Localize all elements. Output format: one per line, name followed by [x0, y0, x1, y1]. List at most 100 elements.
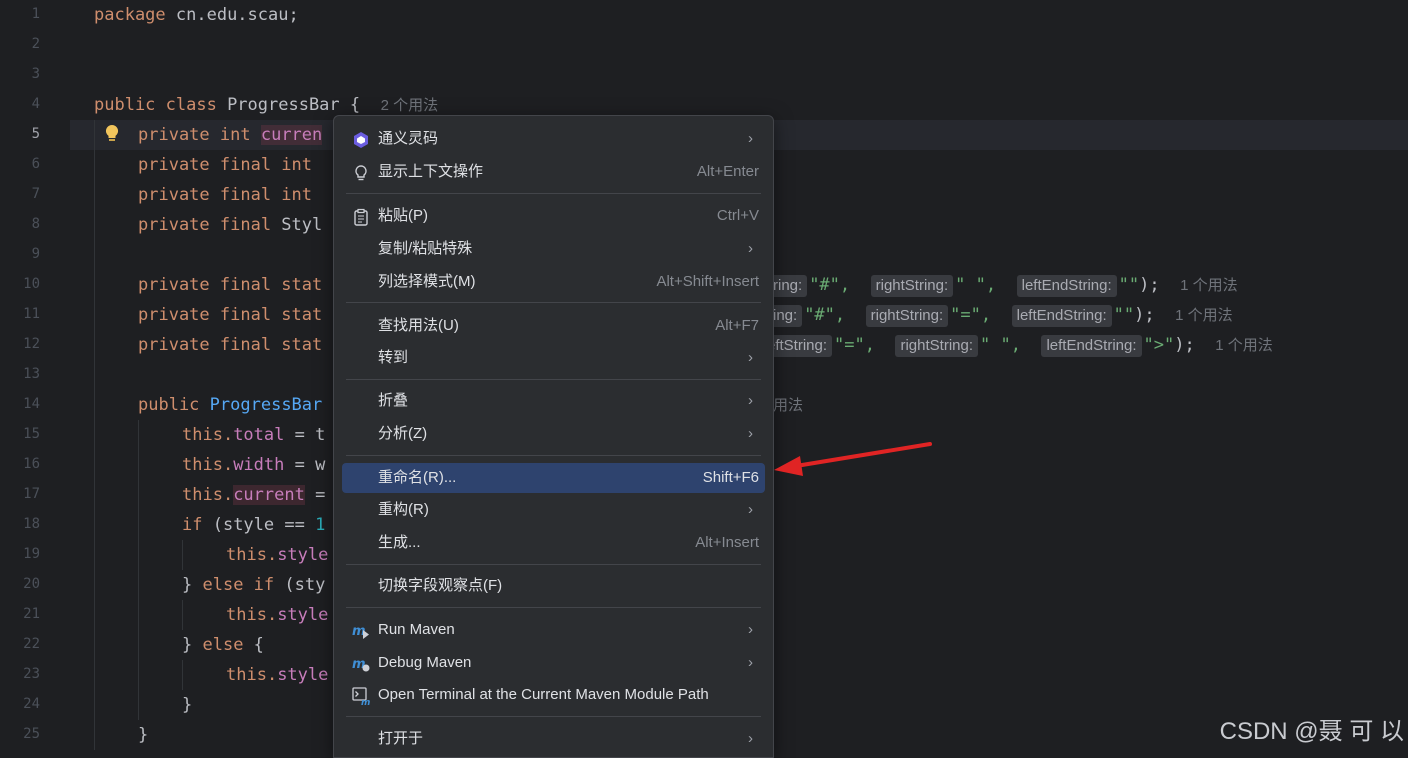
param-hint: ring:	[773, 275, 808, 297]
menu-separator	[346, 716, 761, 717]
indent-guide	[182, 600, 183, 630]
param-hint: rightString:	[865, 305, 949, 327]
line-number: 5	[31, 126, 40, 142]
param-hint: leftEndString:	[1011, 305, 1112, 327]
usage-hint: 1 个用法	[1175, 307, 1233, 324]
menu-item-column-selection[interactable]: 列选择模式(M) Alt+Shift+Insert	[342, 267, 765, 297]
menu-item-tongyi[interactable]: 通义灵码 ›	[342, 124, 765, 154]
code-line[interactable]: this.style	[226, 540, 328, 570]
indent-guide	[182, 660, 183, 690]
code-line[interactable]: private final int	[138, 180, 312, 210]
code-line[interactable]: this.style	[226, 600, 328, 630]
line-number-gutter: 1 2 3 4 5 6 7 8 9 10 11 12 13 14 15 16 1…	[0, 0, 70, 756]
code-line[interactable]: private final stat	[138, 330, 322, 360]
usage-hint: 用法	[773, 397, 804, 414]
menu-item-show-context-actions[interactable]: 显示上下文操作 Alt+Enter	[342, 157, 765, 187]
indent-guide	[138, 420, 139, 720]
line-number: 21	[23, 606, 40, 622]
line-number: 16	[23, 456, 40, 472]
code-line[interactable]: this.total = t	[182, 420, 325, 450]
line-number: 2	[31, 36, 40, 52]
menu-item-debug-maven[interactable]: m Debug Maven ›	[342, 648, 765, 678]
menu-separator	[346, 379, 761, 380]
chevron-right-icon: ›	[748, 392, 753, 409]
code-line[interactable]: public ProgressBar	[138, 390, 322, 420]
line-number: 18	[23, 516, 40, 532]
code-line[interactable]: private final int	[138, 150, 312, 180]
menu-separator	[346, 607, 761, 608]
code-line[interactable]: package cn.edu.scau;	[94, 0, 299, 30]
line-number: 14	[23, 396, 40, 412]
context-menu: 通义灵码 › 显示上下文操作 Alt+Enter 粘贴(P) Ctrl+V 复制…	[333, 115, 774, 758]
line-number: 20	[23, 576, 40, 592]
menu-item-find-usages[interactable]: 查找用法(U) Alt+F7	[342, 311, 765, 341]
code-line[interactable]: this.width = w	[182, 450, 325, 480]
chevron-right-icon: ›	[748, 349, 753, 366]
menu-item-open-terminal-maven[interactable]: m Open Terminal at the Current Maven Mod…	[342, 680, 765, 710]
menu-separator	[346, 455, 761, 456]
line-number: 25	[23, 726, 40, 742]
line-number: 17	[23, 486, 40, 502]
param-hint: leftEndString:	[1016, 275, 1117, 297]
code-line[interactable]: if (style == 1	[182, 510, 325, 540]
param-hint: eftString:	[767, 335, 833, 357]
chevron-right-icon: ›	[748, 425, 753, 442]
code-line[interactable]: private final stat	[138, 270, 322, 300]
line-number: 4	[31, 96, 40, 112]
indent-guide	[94, 120, 95, 750]
line-number: 10	[23, 276, 40, 292]
line-number: 9	[31, 246, 40, 262]
code-line-params[interactable]: ring: "#", rightString: " ", leftEndString…	[773, 270, 1238, 300]
tongyi-icon	[354, 132, 368, 148]
param-hint: leftEndString:	[1041, 335, 1142, 357]
clipboard-icon	[354, 208, 368, 226]
param-hint: ing:	[773, 305, 803, 327]
param-hint: rightString:	[870, 275, 954, 297]
chevron-right-icon: ›	[748, 501, 753, 518]
code-line[interactable]: } else {	[182, 630, 264, 660]
svg-text:m: m	[361, 698, 370, 705]
line-number: 1	[31, 6, 40, 22]
menu-item-generate[interactable]: 生成... Alt+Insert	[342, 528, 765, 558]
code-line[interactable]: } else if (sty	[182, 570, 325, 600]
line-number: 6	[31, 156, 40, 172]
menu-item-open-in[interactable]: 打开于 ›	[342, 724, 765, 754]
menu-item-folding[interactable]: 折叠 ›	[342, 386, 765, 416]
code-line[interactable]: private final stat	[138, 300, 322, 330]
menu-item-toggle-field-watchpoint[interactable]: 切换字段观察点(F)	[342, 571, 765, 601]
watermark: CSDN @聂 可 以	[1219, 718, 1404, 745]
chevron-right-icon: ›	[748, 654, 753, 671]
code-line-params[interactable]: ing: "#", rightString: "=", leftEndString:…	[773, 300, 1233, 330]
code-line[interactable]: }	[138, 720, 148, 750]
terminal-icon: m	[352, 687, 370, 705]
menu-item-refactor[interactable]: 重构(R) ›	[342, 495, 765, 525]
menu-item-run-maven[interactable]: m Run Maven ›	[342, 615, 765, 645]
code-line[interactable]: }	[182, 690, 192, 720]
menu-item-analyze[interactable]: 分析(Z) ›	[342, 419, 765, 449]
line-number: 11	[23, 306, 40, 322]
line-number: 24	[23, 696, 40, 712]
maven-debug-icon: m	[352, 657, 370, 672]
code-line[interactable]: private final Styl	[138, 210, 322, 240]
line-number: 22	[23, 636, 40, 652]
line-number: 19	[23, 546, 40, 562]
line-number: 12	[23, 336, 40, 352]
menu-separator	[346, 302, 761, 303]
menu-item-copy-paste-special[interactable]: 复制/粘贴特殊 ›	[342, 234, 765, 264]
chevron-right-icon: ›	[748, 730, 753, 747]
maven-run-icon: m	[352, 624, 369, 639]
lightbulb-icon[interactable]	[104, 124, 120, 144]
menu-item-goto[interactable]: 转到 ›	[342, 343, 765, 373]
code-line[interactable]: this.current =	[182, 480, 325, 510]
menu-item-paste[interactable]: 粘贴(P) Ctrl+V	[342, 201, 765, 231]
chevron-right-icon: ›	[748, 240, 753, 257]
menu-item-rename[interactable]: 重命名(R)... Shift+F6	[342, 463, 765, 493]
code-line-params[interactable]: eftString: "=", rightString: " ", leftEndS…	[767, 330, 1273, 360]
code-line[interactable]: this.style	[226, 660, 328, 690]
annotation-arrow-icon	[774, 442, 932, 476]
chevron-right-icon: ›	[748, 130, 753, 147]
chevron-right-icon: ›	[748, 621, 753, 638]
param-hint: rightString:	[895, 335, 979, 357]
indent-guide	[182, 540, 183, 570]
code-line[interactable]: private int curren	[138, 120, 323, 150]
